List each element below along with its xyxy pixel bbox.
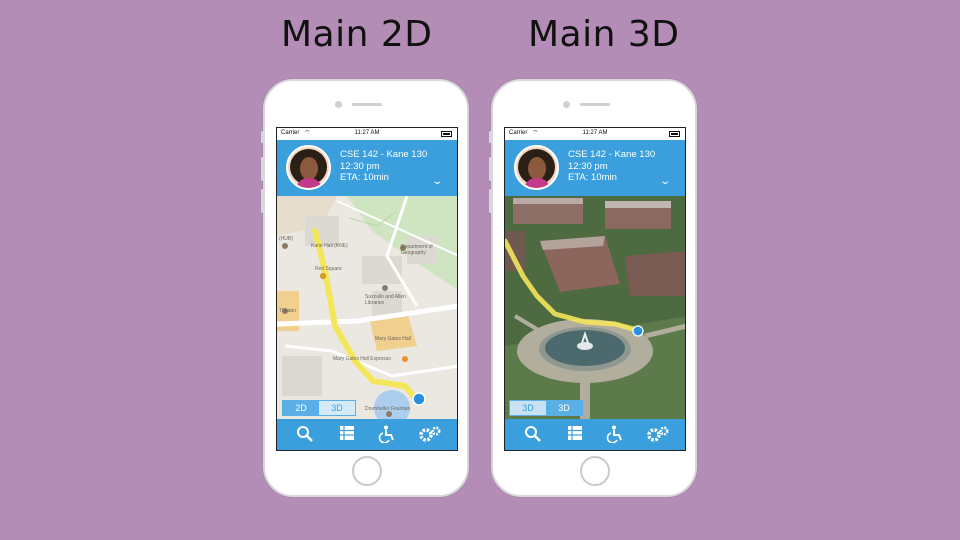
class-time: 12:30 pm <box>568 160 608 172</box>
class-name: CSE 142 - Kane 130 <box>340 149 428 160</box>
map-2d[interactable]: Kane Hall (KNE) Red Square Department of… <box>277 196 457 421</box>
status-time: 11:27 AM <box>354 130 380 136</box>
chevron-down-icon[interactable]: ⌄ <box>659 176 671 187</box>
view-toggle[interactable]: 2D 3D <box>282 400 356 416</box>
tab-bar <box>505 419 685 450</box>
title-main-3d: Main 3D <box>528 14 680 55</box>
map-label: Red Square <box>315 266 342 272</box>
settings-icon[interactable] <box>417 425 441 445</box>
toggle-2d-button[interactable]: 2D <box>283 401 319 415</box>
map-3d[interactable]: 3D 3D <box>505 196 685 421</box>
title-main-2d: Main 2D <box>281 14 433 55</box>
screen-2d: Carrier ⌔ 11:27 AM CSE 142 - Kane 130 12… <box>276 127 458 451</box>
class-eta: ETA: 10min <box>568 172 617 183</box>
search-icon[interactable] <box>523 425 543 445</box>
status-time: 11:27 AM <box>582 130 608 136</box>
speaker-slot <box>580 103 610 106</box>
map-label: Mary Gates Hall <box>375 336 411 342</box>
map-label: (HUB) <box>279 236 293 242</box>
settings-icon[interactable] <box>645 425 669 445</box>
accessibility-icon[interactable] <box>605 425 625 445</box>
camera-dot <box>335 101 342 108</box>
toggle-3d-button[interactable]: 3D <box>546 401 582 415</box>
chevron-down-icon[interactable]: ⌄ <box>431 176 443 187</box>
battery-icon <box>441 131 452 137</box>
list-icon[interactable] <box>337 425 357 445</box>
view-toggle[interactable]: 3D 3D <box>509 400 583 416</box>
home-button[interactable] <box>352 456 382 486</box>
schedule-header[interactable]: CSE 142 - Kane 130 12:30 pm ETA: 10min ⌄ <box>505 140 685 196</box>
class-info: CSE 142 - Kane 130 12:30 pm ETA: 10min <box>340 149 427 184</box>
map-label: Mary Gates Hall Espresso <box>333 356 392 362</box>
map-label: Kane Hall (KNE) <box>311 243 348 249</box>
toggle-3d-left-button[interactable]: 3D <box>510 401 546 415</box>
search-icon[interactable] <box>295 425 315 445</box>
accessibility-icon[interactable] <box>377 425 397 445</box>
map-label: Suzzallo and Allen Libraries <box>365 294 406 306</box>
schedule-header[interactable]: CSE 142 - Kane 130 12:30 pm ETA: 10min ⌄ <box>277 140 457 196</box>
map-label: Theater <box>279 308 297 314</box>
class-eta: ETA: 10min <box>340 172 389 183</box>
avatar[interactable] <box>514 145 559 190</box>
class-info: CSE 142 - Kane 130 12:30 pm ETA: 10min <box>568 149 655 184</box>
phone-3d: Carrier ⌔ 11:27 AM CSE 142 - Kane 130 12… <box>489 79 697 497</box>
speaker-slot <box>352 103 382 106</box>
list-icon[interactable] <box>565 425 585 445</box>
avatar[interactable] <box>286 145 331 190</box>
screen-3d: Carrier ⌔ 11:27 AM CSE 142 - Kane 130 12… <box>504 127 686 451</box>
battery-icon <box>669 131 680 137</box>
status-bar: Carrier ⌔ 11:27 AM <box>277 128 457 140</box>
class-time: 12:30 pm <box>340 160 380 172</box>
camera-dot <box>563 101 570 108</box>
map-label: Department of Geography <box>401 244 433 256</box>
map-label: Drumheller Fountain <box>365 406 411 412</box>
toggle-3d-button[interactable]: 3D <box>319 401 355 415</box>
home-button[interactable] <box>580 456 610 486</box>
tab-bar <box>277 419 457 450</box>
status-bar: Carrier ⌔ 11:27 AM <box>505 128 685 140</box>
class-name: CSE 142 - Kane 130 <box>568 149 656 160</box>
phone-2d: Carrier ⌔ 11:27 AM CSE 142 - Kane 130 12… <box>261 79 469 497</box>
